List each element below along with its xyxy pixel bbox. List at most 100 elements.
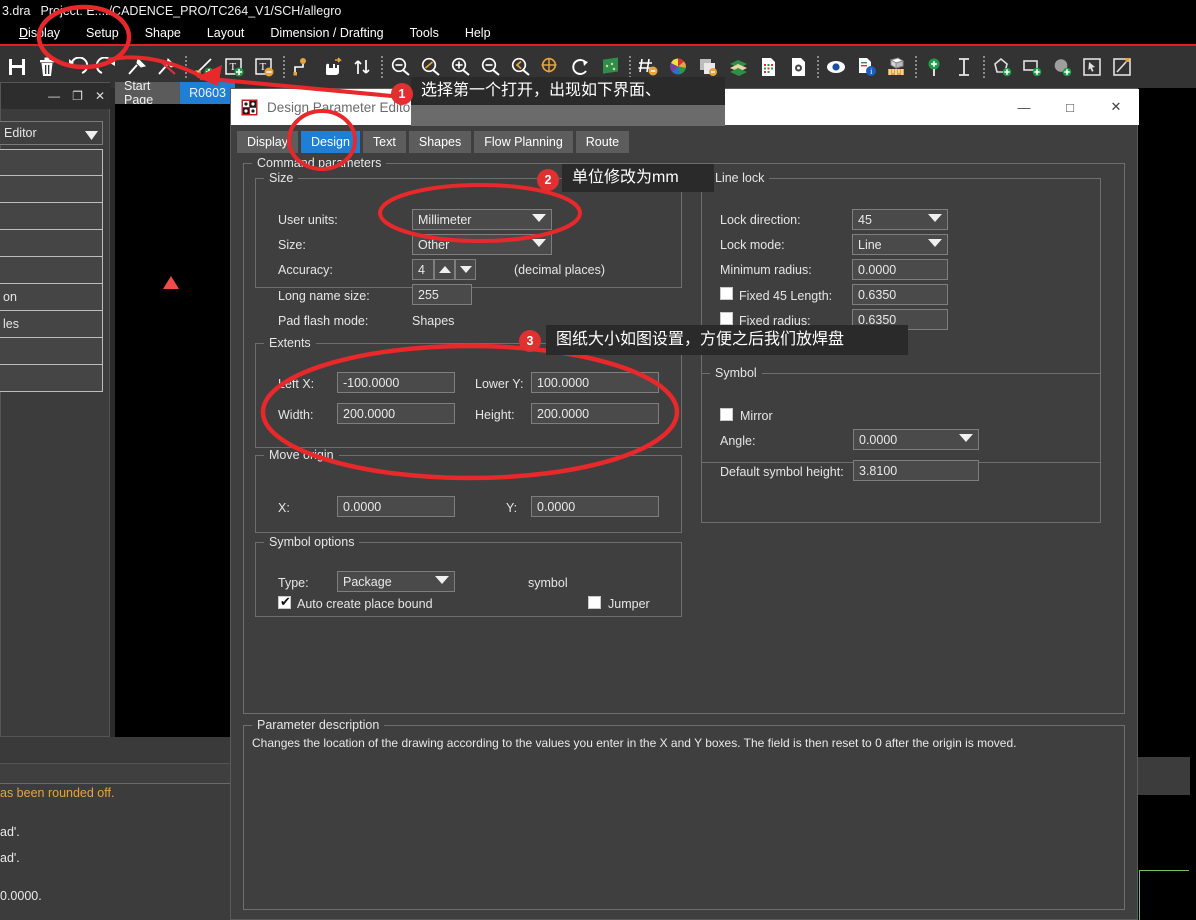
edit-text-icon[interactable]: T <box>250 50 280 84</box>
lock-direction-combo[interactable]: 45 <box>852 209 948 230</box>
select-icon[interactable] <box>1078 50 1108 84</box>
size-group-label: Size <box>264 171 299 185</box>
measure-icon[interactable] <box>882 50 912 84</box>
angle-combo[interactable]: 0.0000 <box>853 429 979 450</box>
move-icon[interactable] <box>288 50 318 84</box>
close-icon[interactable]: ✕ <box>95 89 105 103</box>
list-item[interactable] <box>0 257 103 284</box>
list-item[interactable]: on <box>0 284 103 311</box>
callout-1: 选择第一个打开，出现如下界面、 <box>411 77 725 105</box>
auto-create-place-bound-checkbox[interactable] <box>278 594 291 610</box>
chevron-down-icon <box>85 129 98 143</box>
add-circle-icon[interactable] <box>1048 50 1078 84</box>
mirror-checkbox[interactable] <box>720 408 733 421</box>
add-pin-icon[interactable] <box>920 50 950 84</box>
menu-help[interactable]: Help <box>452 24 504 42</box>
swap-icon[interactable] <box>348 50 378 84</box>
user-units-value: Millimeter <box>418 212 472 227</box>
fixed-radius-checkbox[interactable] <box>720 312 733 325</box>
report-icon[interactable] <box>754 50 784 84</box>
list-item[interactable]: les <box>0 311 103 338</box>
add-line-icon[interactable] <box>190 50 220 84</box>
accuracy-input[interactable]: 4 <box>412 259 434 280</box>
lower-y-input[interactable]: 100.0000 <box>531 372 659 393</box>
menu-setup[interactable]: Setup <box>73 24 132 42</box>
lock-mode-combo[interactable]: Line <box>852 234 948 255</box>
extents-group-label: Extents <box>264 336 316 350</box>
menu-layout[interactable]: Layout <box>194 24 258 42</box>
save-icon[interactable] <box>2 50 32 84</box>
visibility-icon[interactable] <box>822 50 852 84</box>
redo-icon[interactable] <box>92 50 122 84</box>
text-cursor-icon[interactable] <box>950 50 980 84</box>
move-origin-x-label: X: <box>278 501 290 515</box>
delete-icon[interactable] <box>32 50 62 84</box>
restore-icon[interactable]: ❐ <box>72 89 83 103</box>
list-item[interactable] <box>0 203 103 230</box>
dialog-close-button[interactable]: ✕ <box>1093 89 1139 125</box>
height-value: 200.0000 <box>537 406 590 421</box>
fixed-45-length-checkbox[interactable] <box>720 287 733 300</box>
list-item[interactable] <box>0 149 103 176</box>
move-origin-x-input[interactable]: 0.0000 <box>337 496 455 517</box>
options-icon[interactable] <box>784 50 814 84</box>
menu-display[interactable]: DDisplay <box>6 24 73 42</box>
menu-shape[interactable]: Shape <box>132 24 194 42</box>
app-menubar: DDisplay Setup Shape Layout Dimension / … <box>0 22 1196 44</box>
add-text-icon[interactable]: T <box>220 50 250 84</box>
left-window-list: on les <box>0 149 103 392</box>
move-origin-x-value: 0.0000 <box>343 499 382 514</box>
user-units-combo[interactable]: Millimeter <box>412 209 552 230</box>
symbol-type-combo[interactable]: Package <box>337 571 455 592</box>
tab-r0603-label: R0603 <box>189 86 226 100</box>
undo-icon[interactable] <box>62 50 92 84</box>
tab-shapes[interactable]: Shapes <box>408 131 472 153</box>
width-input[interactable]: 200.0000 <box>337 403 455 424</box>
height-label: Height: <box>475 408 515 422</box>
toolbar-separator <box>378 54 386 80</box>
move-origin-y-input[interactable]: 0.0000 <box>531 496 659 517</box>
long-name-size-input[interactable]: 255 <box>412 284 472 305</box>
properties-icon[interactable]: i <box>852 50 882 84</box>
jumper-checkbox[interactable] <box>588 596 601 609</box>
minimize-icon[interactable]: — <box>48 89 60 103</box>
tab-r0603[interactable]: R0603 <box>180 82 235 104</box>
list-item[interactable] <box>0 230 103 257</box>
menu-tools[interactable]: Tools <box>397 24 452 42</box>
tab-route[interactable]: Route <box>575 131 630 153</box>
menu-dimension-drafting[interactable]: Dimension / Drafting <box>257 24 396 42</box>
left-window-editor-combo[interactable]: Editor <box>0 121 103 145</box>
move-origin-y-value: 0.0000 <box>537 499 576 514</box>
dialog-minimize-button[interactable]: — <box>1001 89 1047 125</box>
tab-start-page[interactable]: Start Page <box>115 79 181 107</box>
left-x-input[interactable]: -100.0000 <box>337 372 455 393</box>
size-combo[interactable]: Other <box>412 234 552 255</box>
minimum-radius-input[interactable]: 0.0000 <box>852 259 948 280</box>
drag-icon[interactable] <box>318 50 348 84</box>
dialog-maximize-button[interactable]: □ <box>1047 89 1093 125</box>
accuracy-suffix-label: (decimal places) <box>514 263 606 277</box>
chevron-down-icon <box>959 434 973 442</box>
list-item[interactable] <box>0 176 103 203</box>
fixed-45-length-input[interactable]: 0.6350 <box>852 284 948 305</box>
list-item[interactable] <box>0 365 103 392</box>
height-input[interactable]: 200.0000 <box>531 403 659 424</box>
callout-3-badge: 3 <box>519 330 541 352</box>
chevron-down-icon <box>532 214 546 222</box>
menu-display-label: Display <box>19 26 61 40</box>
tab-design[interactable]: Design <box>301 131 360 153</box>
size-label: Size: <box>278 238 306 252</box>
accuracy-spinner-up[interactable] <box>434 259 455 280</box>
tab-flow-planning[interactable]: Flow Planning <box>474 131 573 153</box>
add-shape-icon[interactable] <box>988 50 1018 84</box>
tab-text[interactable]: Text <box>362 131 406 153</box>
add-rect-icon[interactable] <box>1018 50 1048 84</box>
slide-icon[interactable] <box>1108 50 1138 84</box>
accuracy-spinner-down[interactable] <box>455 259 476 280</box>
move-origin-y-label: Y: <box>506 501 518 515</box>
default-symbol-height-input[interactable]: 3.8100 <box>853 460 979 481</box>
subclass-icon[interactable] <box>724 50 754 84</box>
list-item[interactable] <box>0 338 103 365</box>
console-line-4: 0.0000. <box>0 889 42 903</box>
tab-display[interactable]: Display <box>237 131 298 153</box>
